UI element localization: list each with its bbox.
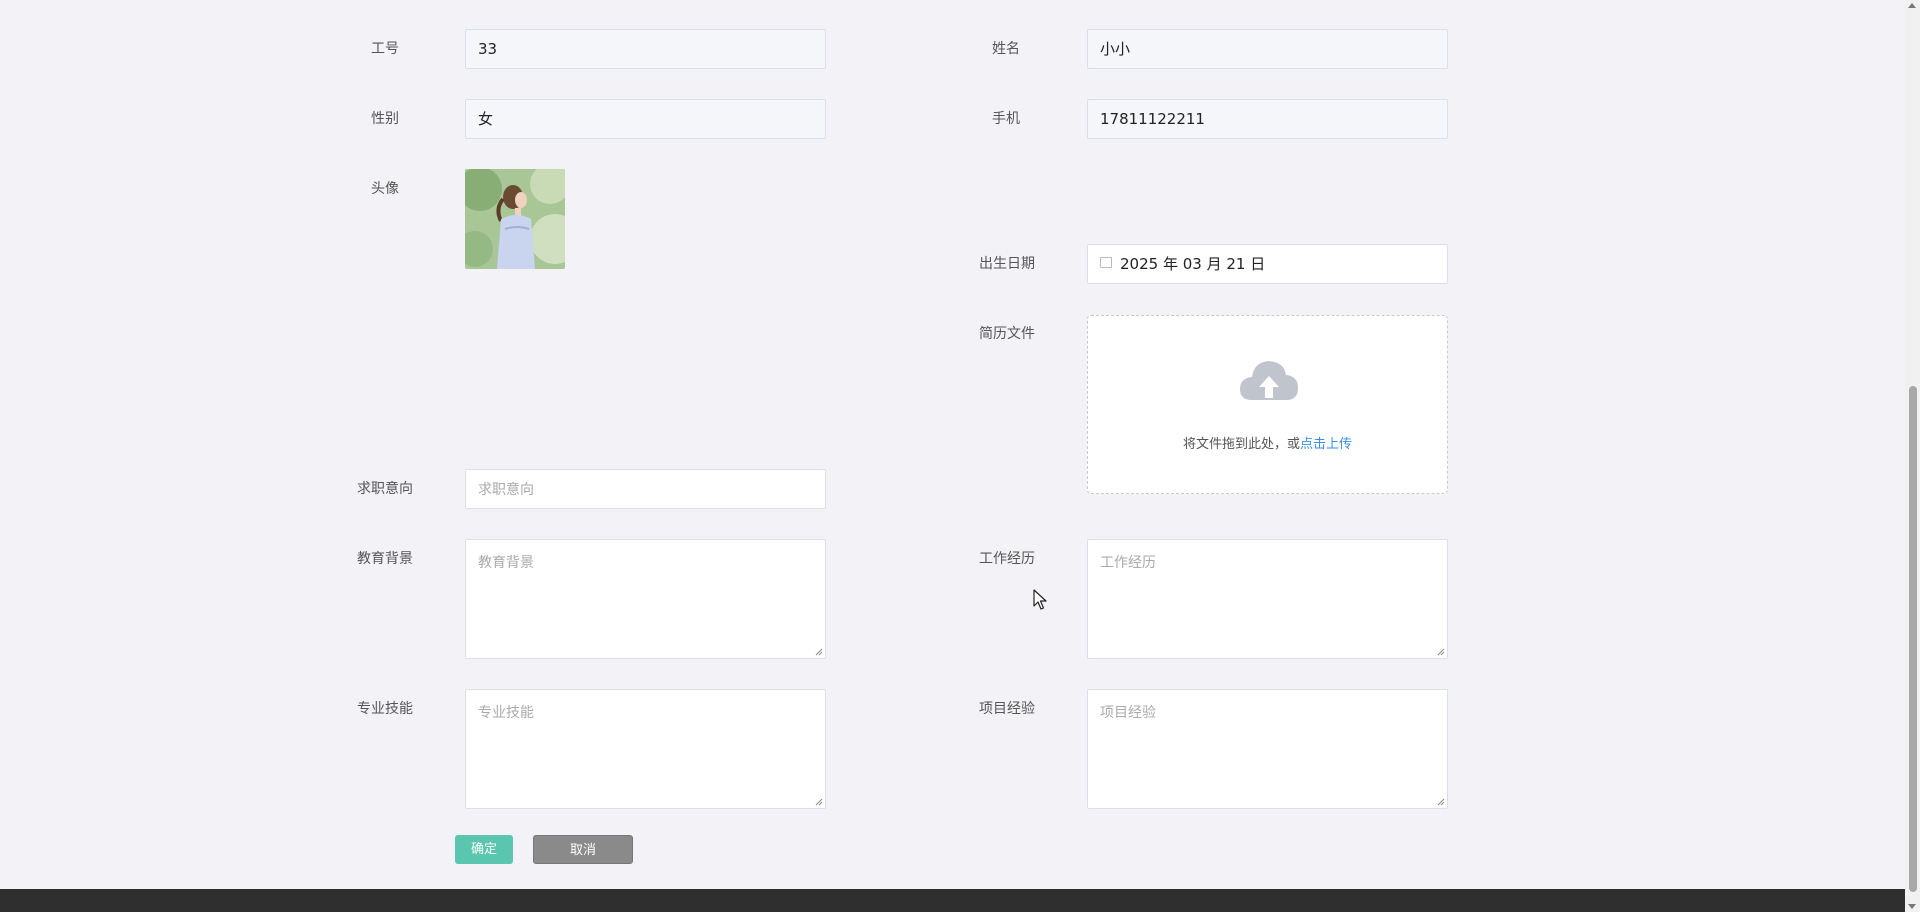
cloud-upload-icon: [1240, 361, 1298, 400]
avatar-label: 头像: [371, 181, 399, 197]
confirm-button[interactable]: 确定: [455, 835, 513, 864]
resize-grip-icon[interactable]: [814, 797, 823, 806]
education-label: 教育背景: [357, 551, 413, 567]
education-textarea[interactable]: 教育背景: [465, 539, 826, 659]
mouse-cursor-icon: [1033, 589, 1047, 610]
resume-file-label: 简历文件: [979, 326, 1035, 342]
avatar-photo: [465, 169, 565, 269]
birth-date-label: 出生日期: [979, 256, 1035, 272]
upload-link[interactable]: 点击上传: [1300, 437, 1352, 452]
upload-hint-text: 将文件拖到此处，或: [1182, 437, 1300, 452]
name-input[interactable]: 小小: [1087, 29, 1448, 69]
resize-grip-icon[interactable]: [814, 647, 823, 656]
name-label: 姓名: [992, 41, 1020, 57]
scrollbar-thumb[interactable]: [1909, 386, 1917, 892]
resize-grip-icon[interactable]: [1436, 647, 1445, 656]
phone-input[interactable]: 17811122211: [1087, 99, 1448, 139]
skills-placeholder: 专业技能: [478, 705, 534, 721]
work-experience-textarea[interactable]: 工作经历: [1087, 539, 1448, 659]
job-intention-input[interactable]: 求职意向: [465, 469, 826, 509]
resume-upload-dropzone[interactable]: 将文件拖到此处，或点击上传: [1087, 315, 1448, 494]
cancel-button[interactable]: 取消: [533, 835, 633, 864]
resize-grip-icon[interactable]: [1436, 797, 1445, 806]
job-intention-label: 求职意向: [357, 481, 413, 497]
skills-label: 专业技能: [357, 701, 413, 717]
education-placeholder: 教育背景: [478, 555, 534, 571]
birth-date-picker[interactable]: 2025 年 03 月 21 日: [1087, 244, 1448, 284]
project-experience-textarea[interactable]: 项目经验: [1087, 689, 1448, 809]
scroll-down-arrow-icon[interactable]: [1908, 904, 1916, 909]
upload-hint: 将文件拖到此处，或点击上传: [1088, 433, 1447, 452]
project-experience-label: 项目经验: [979, 701, 1035, 717]
job-intention-placeholder: 求职意向: [478, 482, 534, 498]
avatar-image[interactable]: [465, 169, 565, 269]
employee-id-input[interactable]: 33: [465, 29, 826, 69]
birth-date-value: 2025 年 03 月 21 日: [1120, 255, 1266, 273]
gender-select[interactable]: 女: [465, 99, 826, 139]
vertical-scrollbar[interactable]: [1905, 0, 1920, 912]
page-footer: [0, 889, 1905, 912]
project-experience-placeholder: 项目经验: [1100, 705, 1156, 721]
gender-label: 性别: [371, 111, 399, 127]
phone-label: 手机: [992, 111, 1020, 127]
scroll-up-arrow-icon[interactable]: [1908, 3, 1916, 8]
work-experience-label: 工作经历: [979, 551, 1035, 567]
employee-id-label: 工号: [371, 41, 399, 57]
work-experience-placeholder: 工作经历: [1100, 555, 1156, 571]
calendar-icon: [1100, 257, 1112, 268]
skills-textarea[interactable]: 专业技能: [465, 689, 826, 809]
